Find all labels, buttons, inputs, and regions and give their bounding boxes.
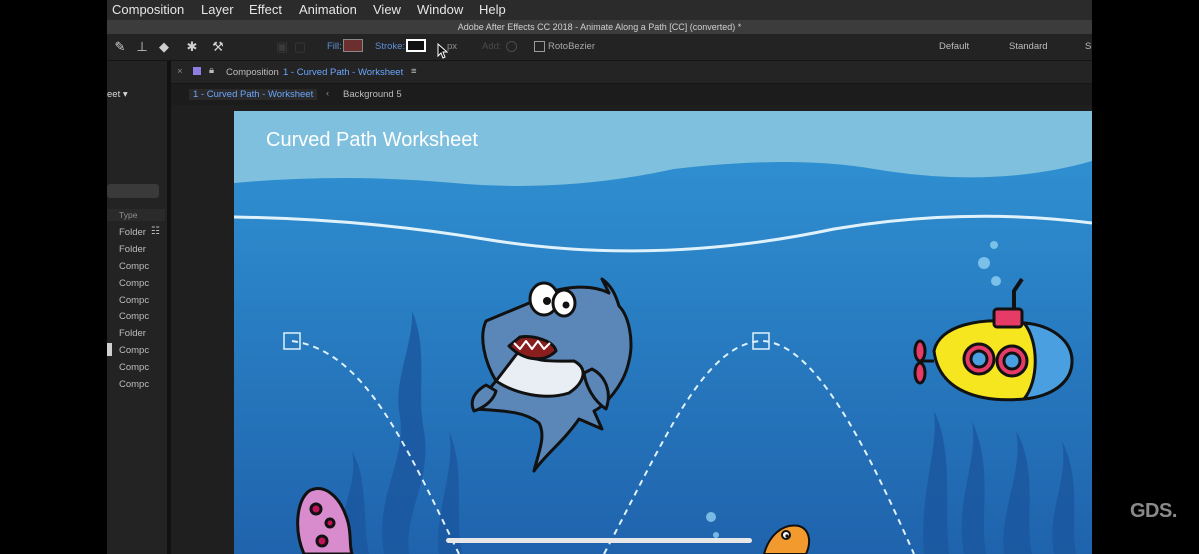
composition-breadcrumb: 1 - Curved Path - Worksheet ‹ Background…	[171, 84, 1092, 105]
toolbar: ✎ ⊥ ◆ ✱ ⚒ ▣ ▢ Fill: Stroke: px Add: Roto…	[107, 34, 1092, 61]
composition-viewer[interactable]: Curved Path Worksheet	[234, 111, 1092, 554]
workspace-default[interactable]: Default	[939, 41, 969, 52]
project-item[interactable]: Compc	[119, 278, 149, 289]
menu-help[interactable]: Help	[479, 2, 506, 17]
clone-stamp-tool-icon[interactable]: ⊥	[133, 38, 151, 56]
add-menu-icon[interactable]	[506, 41, 517, 52]
panel-menu-icon[interactable]: ≡	[411, 66, 417, 77]
project-item[interactable]: Compc	[119, 362, 149, 373]
fill-swatch[interactable]	[343, 39, 363, 52]
stroke-swatch[interactable]	[406, 39, 426, 52]
project-dropdown[interactable]: eet ▾	[107, 89, 128, 100]
rotobezier-checkbox[interactable]	[534, 41, 545, 52]
mask-mode-alt-icon[interactable]: ▢	[291, 38, 309, 56]
rotobezier-label: RotoBezier	[548, 41, 595, 52]
menu-view[interactable]: View	[373, 2, 401, 17]
project-item[interactable]: Compc	[119, 311, 149, 322]
workspace-standard[interactable]: Standard	[1009, 41, 1048, 52]
menu-window[interactable]: Window	[417, 2, 463, 17]
composition-tab-prefix: Composition	[226, 67, 279, 78]
add-label: Add:	[482, 41, 502, 52]
project-item[interactable]: Compc	[119, 379, 149, 390]
project-item[interactable]: Compc	[119, 261, 149, 272]
breadcrumb-arrow-icon: ‹	[326, 88, 330, 99]
breadcrumb-next[interactable]: Background 5	[343, 89, 402, 100]
worksheet-title: Curved Path Worksheet	[266, 129, 478, 151]
project-item[interactable]: Compc	[119, 295, 149, 306]
menu-animation[interactable]: Animation	[299, 2, 357, 17]
label-color-icon	[193, 67, 201, 75]
close-tab-icon[interactable]: ×	[177, 66, 183, 77]
flowchart-icon[interactable]: ☷	[151, 226, 160, 237]
project-search-input[interactable]	[107, 184, 159, 198]
mouse-cursor-icon	[437, 43, 449, 59]
scene-artwork	[234, 111, 1092, 554]
watermark-logo: GDS.	[1130, 500, 1177, 522]
project-item[interactable]: Folder	[119, 244, 146, 255]
roto-brush-tool-icon[interactable]: ✱	[183, 38, 201, 56]
menu-bar: Composition Layer Effect Animation View …	[107, 0, 1092, 20]
fill-label: Fill:	[327, 41, 342, 52]
project-panel: eet ▾ Type Folder ☷ Folder Compc Compc C…	[107, 61, 167, 554]
brush-tool-icon[interactable]: ✎	[111, 38, 129, 56]
window-title: Adobe After Effects CC 2018 - Animate Al…	[107, 20, 1092, 34]
menu-layer[interactable]: Layer	[201, 2, 234, 17]
stroke-label: Stroke:	[375, 41, 406, 52]
project-item[interactable]: Compc	[119, 345, 149, 356]
workspace-more[interactable]: S	[1085, 41, 1091, 52]
composition-tab-bar: × 🔒︎ Composition 1 - Curved Path - Works…	[171, 61, 1092, 84]
breadcrumb-active[interactable]: 1 - Curved Path - Worksheet	[189, 89, 318, 100]
eraser-tool-icon[interactable]: ◆	[155, 38, 173, 56]
menu-composition[interactable]: Composition	[112, 2, 184, 17]
lock-icon[interactable]: 🔒︎	[209, 65, 214, 76]
type-column-label[interactable]: Type	[119, 210, 137, 220]
mask-mode-icon[interactable]: ▣	[273, 38, 291, 56]
project-item[interactable]: Folder	[119, 328, 146, 339]
menu-effect[interactable]: Effect	[249, 2, 282, 17]
project-column-header: Type	[107, 209, 165, 221]
puppet-pin-tool-icon[interactable]: ⚒	[209, 38, 227, 56]
project-item[interactable]: Folder	[119, 227, 146, 238]
selection-marker	[107, 343, 112, 356]
app-window: Composition Layer Effect Animation View …	[107, 0, 1092, 554]
home-indicator[interactable]	[446, 538, 752, 543]
composition-tab[interactable]: 1 - Curved Path - Worksheet	[283, 67, 403, 78]
